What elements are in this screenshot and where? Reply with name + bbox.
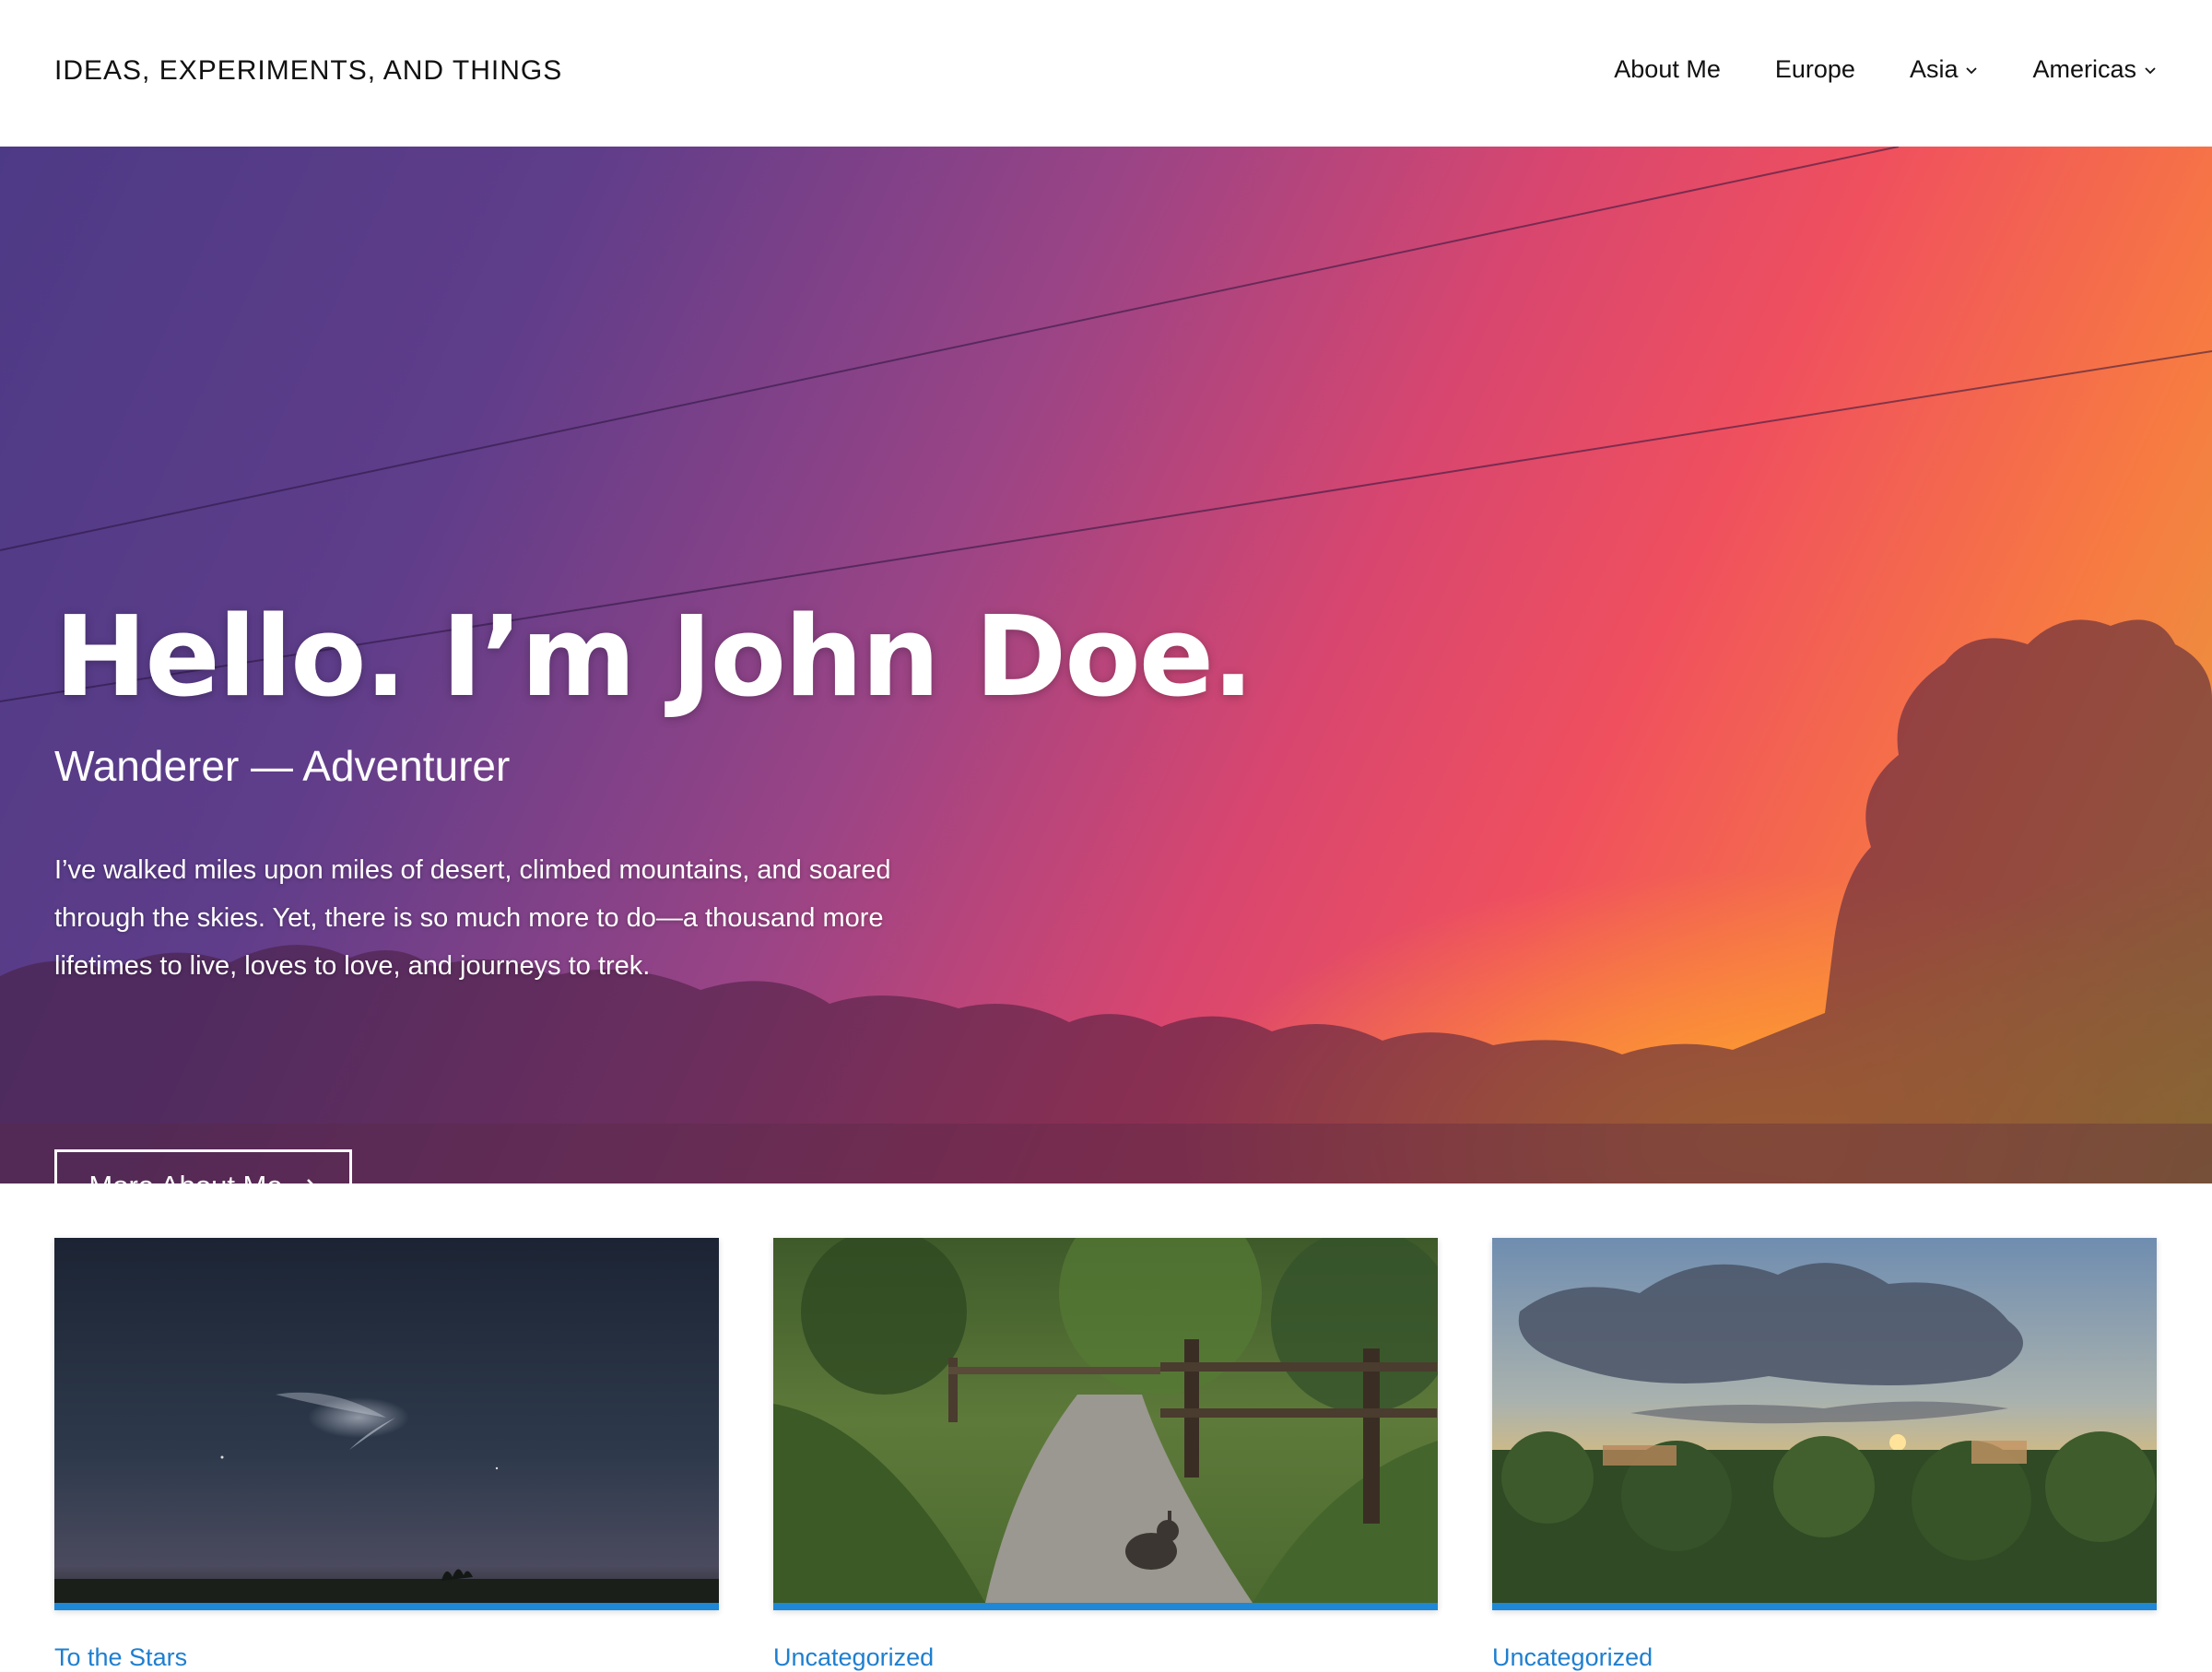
nav-item-label: About Me — [1614, 55, 1721, 83]
button-label: More About Me — [88, 1170, 282, 1183]
more-about-me-button[interactable]: More About Me — [54, 1149, 352, 1183]
hero-subtitle: Wanderer — Adventurer — [54, 742, 511, 790]
post-category-link[interactable]: Uncategorized — [773, 1643, 1438, 1672]
post-card: Uncategorized — [1492, 1238, 2157, 1672]
chevron-down-icon — [2145, 66, 2156, 74]
post-thumbnail-forest-path[interactable] — [773, 1238, 1438, 1610]
hero-cover: Hello. I’m John Doe. Wanderer — Adventur… — [0, 147, 2212, 1183]
post-thumbnail-night-sky[interactable] — [54, 1238, 719, 1610]
post-card: Uncategorized — [773, 1238, 1438, 1672]
nav-item-label: Asia — [1909, 55, 1959, 83]
site-header: IDEAS, EXPERIMENTS, AND THINGS About Me … — [0, 0, 2212, 147]
post-grid: To the Stars Uncategorized Uncategorized — [54, 1238, 2158, 1672]
nav-item-europe[interactable]: Europe — [1775, 55, 1855, 84]
nav-item-americas[interactable]: Americas — [2032, 55, 2157, 84]
nav-item-asia[interactable]: Asia — [1910, 55, 1979, 84]
hero-title: Hello. I’m John Doe. — [54, 594, 1254, 722]
nav-item-label: Europe — [1774, 55, 1855, 83]
arrow-right-icon — [306, 1179, 313, 1183]
nav-item-label: Americas — [2032, 55, 2136, 83]
site-title[interactable]: IDEAS, EXPERIMENTS, AND THINGS — [54, 55, 562, 87]
post-category-link[interactable]: To the Stars — [54, 1643, 719, 1672]
post-category-link[interactable]: Uncategorized — [1492, 1643, 2157, 1672]
nav-item-about-me[interactable]: About Me — [1614, 55, 1721, 84]
main-navigation: About Me Europe Asia Americas — [1614, 55, 2157, 84]
post-thumbnail-sunset-palms[interactable] — [1492, 1238, 2157, 1610]
chevron-down-icon — [1966, 66, 1978, 74]
post-card: To the Stars — [54, 1238, 719, 1672]
hero-description: I’ve walked miles upon miles of desert, … — [54, 855, 891, 981]
